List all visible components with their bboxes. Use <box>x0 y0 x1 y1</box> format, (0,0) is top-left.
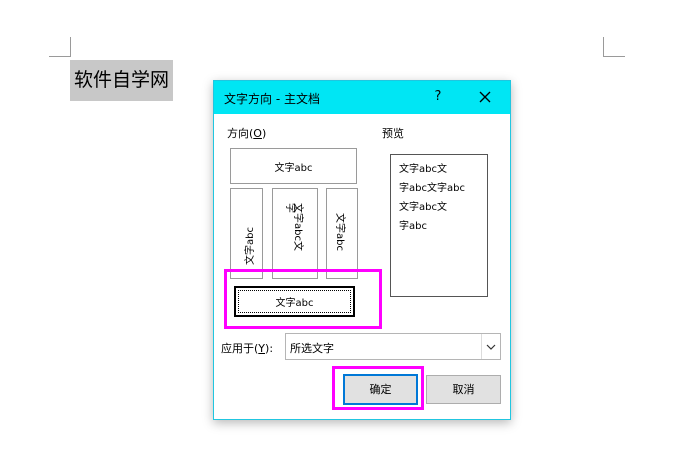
highlight-box-ok-button <box>332 366 424 410</box>
option-label: 文字abc <box>245 227 256 265</box>
direction-option-rotate-right[interactable]: 文字abc <box>326 188 358 279</box>
preview-line: 文字abc文 <box>399 164 447 175</box>
preview-label: 预览 <box>382 127 404 140</box>
preview-line: 字abc <box>399 221 427 232</box>
direction-option-rotate-left[interactable]: 文字abc <box>230 188 263 279</box>
option-label: 字 <box>284 203 295 213</box>
direction-option-stacked[interactable]: 文字abc文 字 <box>272 188 318 279</box>
apply-to-select[interactable]: 所选文字 <box>285 333 501 360</box>
close-icon <box>479 91 491 103</box>
help-button[interactable]: ? <box>428 86 448 108</box>
close-button[interactable] <box>474 86 496 108</box>
chevron-down-icon <box>486 344 496 350</box>
page-corner-mark-top-right <box>603 37 625 57</box>
page-corner-mark-top-left <box>49 37 71 57</box>
direction-label: 方向(O) <box>227 127 267 140</box>
highlight-box-direction-option <box>224 269 382 329</box>
preview-line: 文字abc文 <box>399 202 447 213</box>
direction-option-horizontal[interactable]: 文字abc <box>230 148 357 184</box>
option-label: 文字abc <box>274 162 313 174</box>
dropdown-button[interactable] <box>481 334 500 359</box>
dialog-titlebar[interactable]: 文字方向 - 主文档 ? <box>214 81 510 114</box>
dialog-title: 文字方向 - 主文档 <box>224 92 320 106</box>
cancel-button[interactable]: 取消 <box>426 375 501 404</box>
option-label: 文字abc <box>334 213 345 251</box>
preview-box: 文字abc文 字abc文字abc 文字abc文 字abc <box>390 154 488 297</box>
apply-to-label: 应用于(Y): <box>221 342 274 355</box>
apply-to-value: 所选文字 <box>290 342 334 355</box>
selected-document-text[interactable]: 软件自学网 <box>70 60 173 101</box>
preview-line: 字abc文字abc <box>399 183 465 194</box>
